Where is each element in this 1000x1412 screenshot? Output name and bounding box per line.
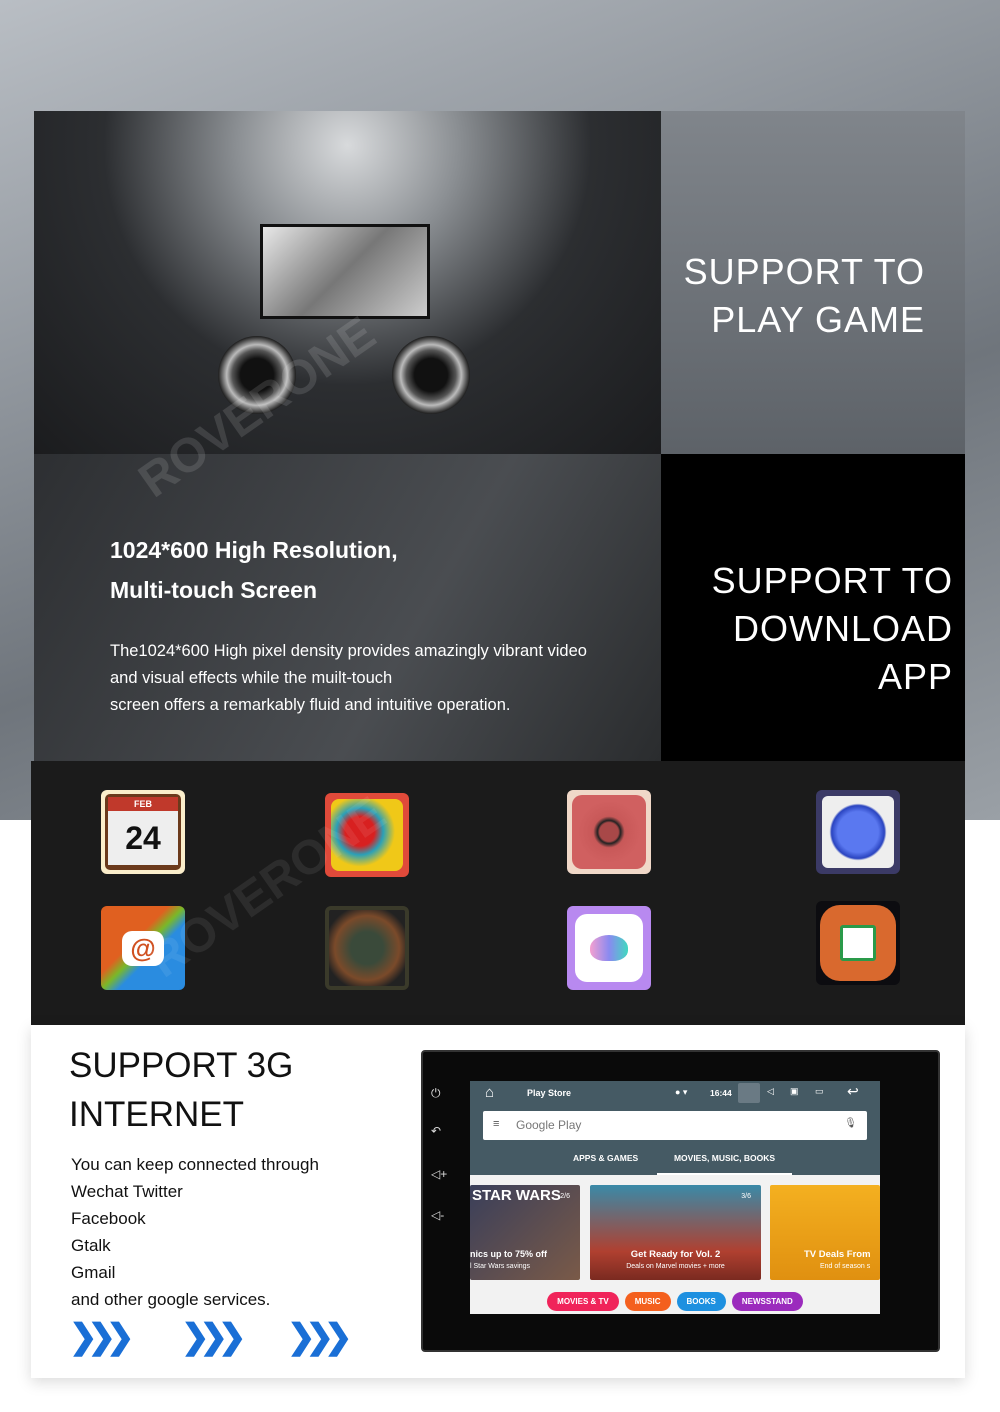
internet-line: and other google services. [71,1290,271,1309]
head-unit-screen [260,224,430,319]
resolution-body: The1024*600 High pixel density provides … [110,642,587,660]
calendar-month: FEB [108,797,178,811]
internet-line: Gtalk [71,1236,111,1255]
pill-music[interactable]: MUSIC [624,1292,671,1311]
calendar-icon: FEB 24 [101,790,185,874]
device-screen: ⌂ Play Store ● ▾ 16:44 ◁ ▣ ▭ ↩ ≡ Google … [470,1081,880,1314]
card-title: Get Ready for Vol. 2 [630,1249,721,1260]
card-badge: 2/6 [560,1193,570,1200]
volume-down-icon[interactable]: ◁- [431,1208,444,1222]
screenshot-icon[interactable] [738,1083,760,1103]
card-subtitle: Deals on Marvel movies + more [626,1263,725,1270]
promo-card[interactable]: 3/6 Get Ready for Vol. 2 Deals on Marvel… [590,1185,761,1280]
power-icon[interactable]: ⏻ [431,1086,441,1101]
promo-card[interactable]: STAR WARS 2/6 nics up to 75% off l Star … [470,1185,580,1280]
star-wars-logo: STAR WARS [472,1187,561,1204]
microphone-icon[interactable]: 🎙 [844,1118,857,1129]
card-badge: 3/6 [741,1193,751,1200]
status-app-name: Play Store [527,1088,572,1098]
card-title: TV Deals From [804,1249,871,1260]
resolution-panel: 1024*600 High Resolution, Multi-touch Sc… [34,454,661,761]
internet-title: SUPPORT 3G [69,1046,294,1085]
lotus-gallery-icon [567,906,651,990]
chevron-right-icon: ❯❯❯ [287,1318,353,1356]
location-wifi-icon: ● ▾ [675,1087,688,1097]
menu-icon[interactable]: ≡ [493,1118,499,1130]
card-subtitle: End of season s [820,1263,871,1270]
volume-icon[interactable]: ◁ [767,1086,774,1097]
close-window-icon[interactable]: ▣ [790,1086,799,1097]
tab-apps-games[interactable]: APPS & GAMES [573,1153,638,1163]
promo-card[interactable]: TV Deals From End of season s [770,1185,880,1280]
internet-line: Gmail [71,1263,116,1282]
play-game-panel: SUPPORT TO PLAY GAME [661,111,965,454]
resolution-body: and visual effects while the muilt-touch [110,669,393,687]
pill-movies-tv[interactable]: MOVIES & TV [547,1292,619,1311]
calendar-day: 24 [108,811,178,865]
download-app-text: SUPPORT TO DOWNLOAD APP [661,557,953,701]
game-cannon-icon [325,906,409,990]
pill-books[interactable]: BOOKS [676,1292,726,1311]
back-icon[interactable]: ↶ [431,1124,441,1138]
internet-line: You can keep connected through [71,1155,319,1174]
volume-up-icon[interactable]: ◁+ [431,1167,447,1181]
air-vent [392,336,470,414]
resolution-title: Multi-touch Screen [110,577,318,603]
heading-line: SUPPORT TO [711,560,953,601]
heading-line: PLAY GAME [711,299,925,340]
status-time: 16:44 [710,1088,732,1098]
headphones-icon [816,790,900,874]
card-title: nics up to 75% off [470,1249,548,1259]
resolution-body: screen offers a remarkably fluid and int… [110,696,511,714]
internet-line: Facebook [71,1209,146,1228]
download-app-panel: SUPPORT TO DOWNLOAD APP [661,454,965,761]
tab-movies-music-books[interactable]: MOVIES, MUSIC, BOOKS [657,1148,792,1175]
play-game-text: SUPPORT TO PLAY GAME [684,248,925,344]
head-unit-device: ⏻ ↶ ◁+ ◁- ⌂ Play Store ● ▾ 16:44 ◁ ▣ ▭ ↩… [421,1050,940,1352]
search-input[interactable]: ≡ Google Play 🎙 [483,1111,867,1140]
internet-line: Wechat Twitter [71,1182,183,1201]
chevron-right-icon: ❯❯❯ [69,1318,135,1356]
resolution-title: 1024*600 High Resolution, [110,537,398,563]
phone-dial-icon [567,790,651,874]
category-pills: MOVIES & TV MUSIC BOOKS NEWSSTAND [470,1291,880,1311]
back-arrow-icon[interactable]: ↩ [847,1083,859,1100]
recent-apps-icon[interactable]: ▭ [815,1086,824,1097]
card-subtitle: l Star Wars savings [470,1263,531,1270]
heading-line: SUPPORT TO [683,251,925,292]
chevron-right-icon: ❯❯❯ [181,1318,247,1356]
car-dashboard-photo [34,111,661,454]
pill-newsstand[interactable]: NEWSSTAND [731,1292,803,1311]
home-icon[interactable]: ⌂ [485,1084,494,1101]
internet-title: INTERNET [69,1095,244,1134]
heading-line: DOWNLOAD APP [732,608,953,697]
search-placeholder: Google Play [516,1118,582,1132]
sync-icon [816,901,900,985]
